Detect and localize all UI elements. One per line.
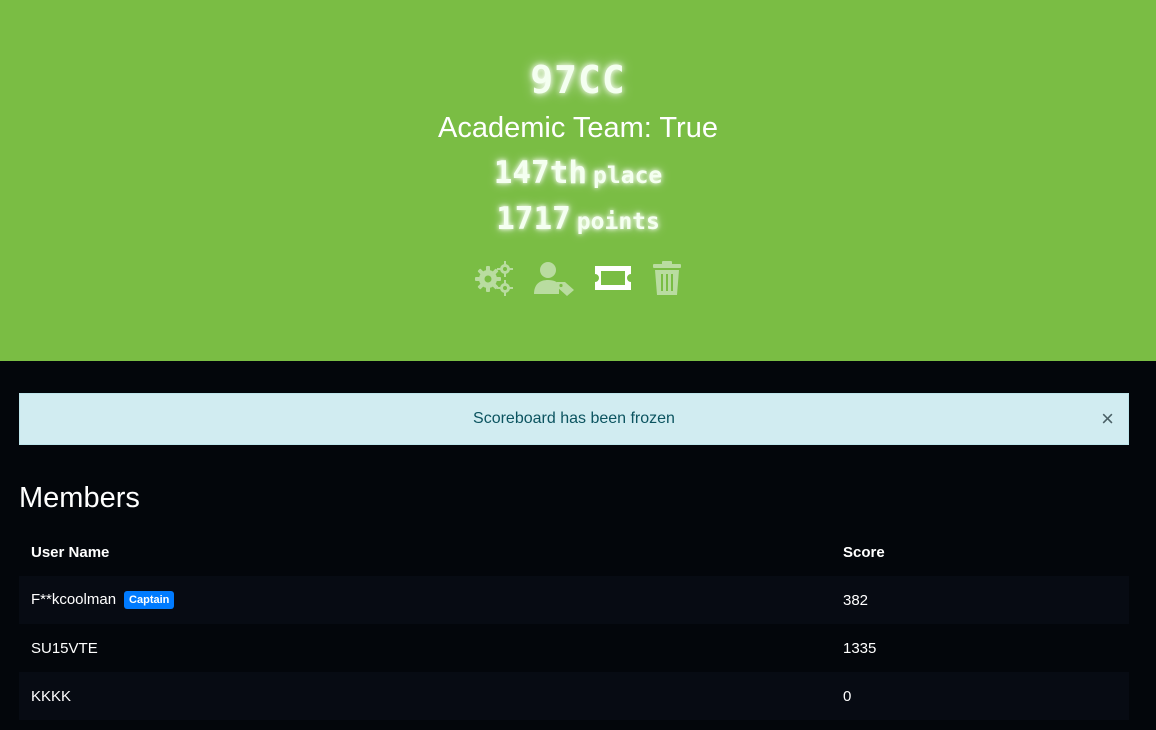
table-row: SU15VTE 1335 [19,624,1129,672]
points-value: 1717 [496,201,571,237]
team-place: 147th place [0,155,1156,191]
members-heading: Members [19,482,140,514]
team-header: 97CC Academic Team: True 147th place 1717… [0,0,1156,361]
points-label: points [576,209,660,235]
table-row: KKKK 0 [19,672,1129,720]
team-name: 97CC [530,58,626,102]
table-row: F**kcoolman Captain 382 [19,576,1129,624]
member-score: 0 [843,687,852,705]
alert-message: Scoreboard has been frozen [473,410,675,427]
column-header-score: Score [843,543,885,561]
member-name-link[interactable]: SU15VTE [31,640,98,657]
scoreboard-frozen-alert: Scoreboard has been frozen × [19,393,1129,445]
place-label: place [593,163,663,189]
column-header-user-name: User Name [31,543,110,561]
member-score: 382 [843,591,869,609]
trash-icon[interactable] [651,260,683,300]
academic-team-status: Academic Team: True [438,112,718,144]
place-value: 147th [493,155,588,191]
member-name-link[interactable]: KKKK [31,688,71,705]
gears-icon[interactable] [473,260,515,300]
ticket-icon[interactable] [593,260,633,300]
captain-badge: Captain [124,591,175,609]
table-header-row: User Name Score [19,528,1129,576]
members-table: User Name Score F**kcoolman Captain 382 S… [19,528,1129,720]
user-tag-icon[interactable] [533,260,575,300]
team-points: 1717 points [0,201,1156,237]
team-actions [0,260,1156,300]
close-icon[interactable]: × [1101,394,1114,444]
member-name-link[interactable]: F**kcoolman [31,591,116,608]
member-score: 1335 [843,639,877,657]
